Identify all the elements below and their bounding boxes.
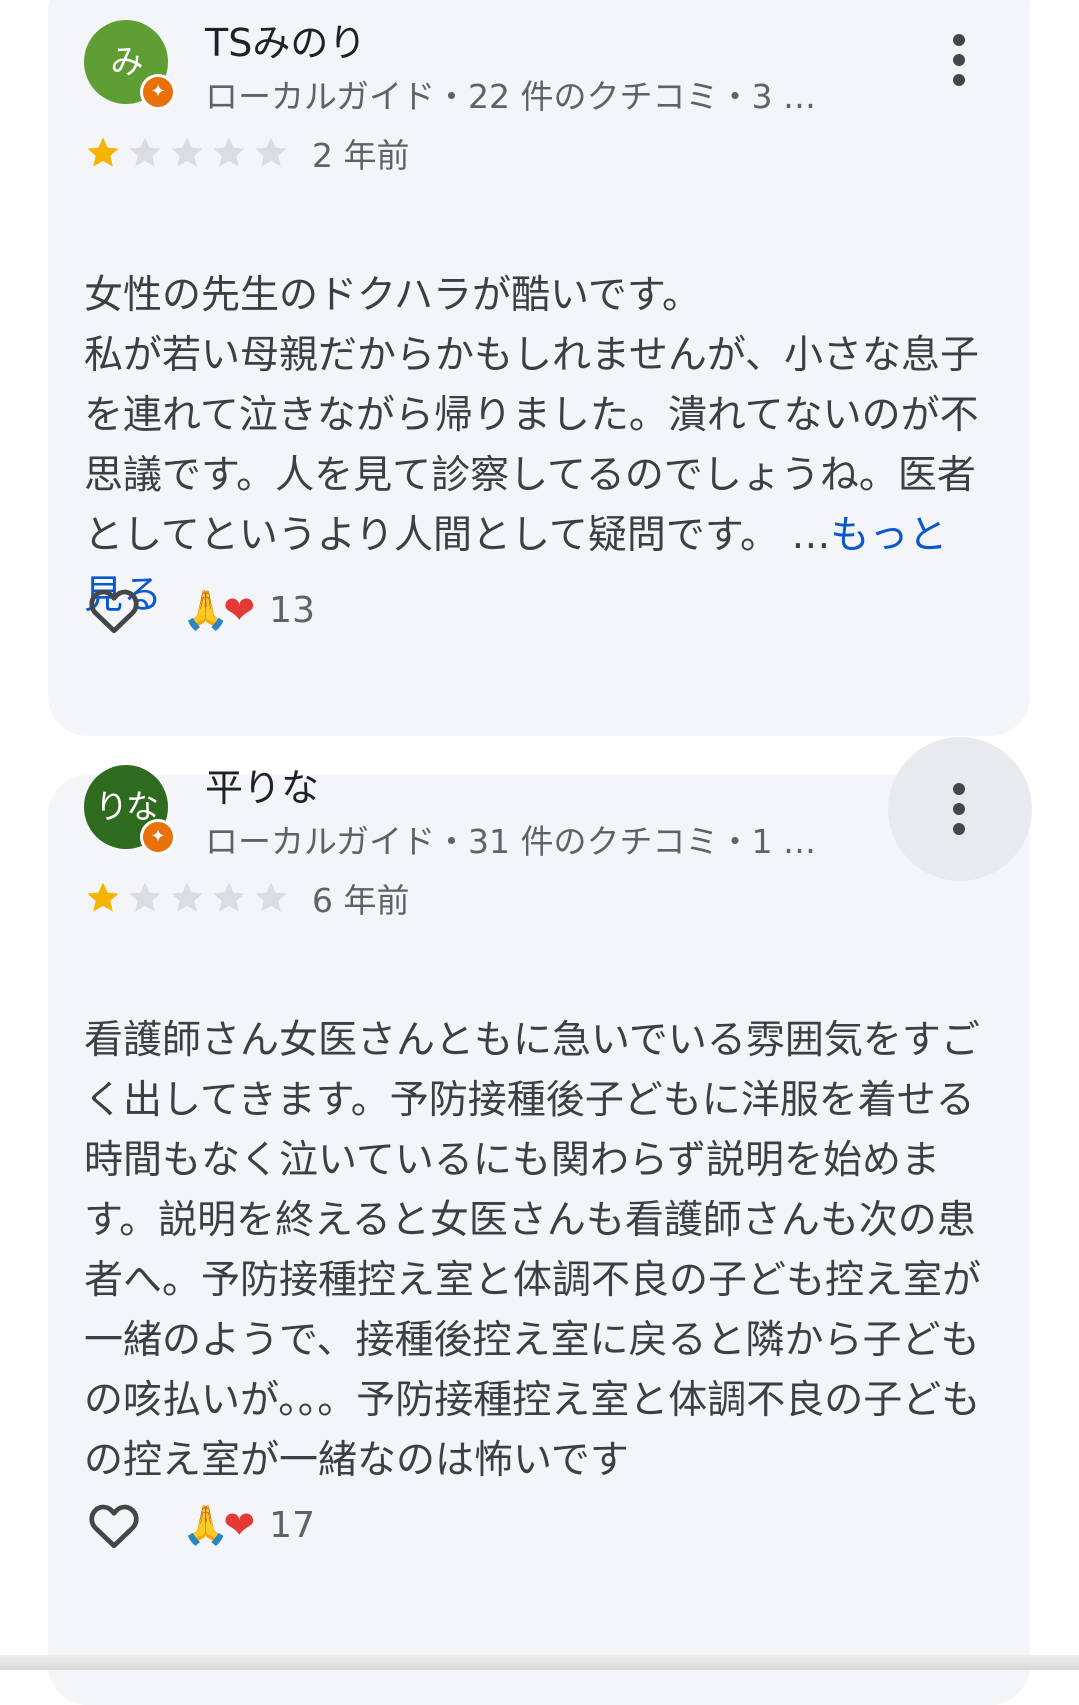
more-options-button[interactable] — [888, 0, 1032, 132]
star-empty-icon — [213, 882, 245, 912]
avatar[interactable]: りな ✦ — [84, 765, 176, 855]
more-vert-icon — [952, 783, 966, 835]
review-text: 女性の先生のドクハラが酷いです。 私が若い母親だからかもしれませんが、小さな息子… — [84, 206, 984, 626]
star-filled-icon — [87, 137, 119, 167]
review-card: りな ✦ 平りな ローカルガイド・31 件のクチコミ・1 … 6 年前 看護師さ… — [48, 737, 1032, 1705]
star-empty-icon — [255, 882, 287, 912]
reviewer-name[interactable]: TSみのり — [205, 12, 366, 67]
review-time: 6 年前 — [312, 881, 410, 920]
reviewer-meta[interactable]: ローカルガイド・31 件のクチコミ・1 … — [205, 815, 816, 863]
folded-hands-emoji-icon: 🙏 — [182, 588, 230, 632]
more-vert-icon — [952, 34, 966, 86]
folded-hands-emoji-icon: 🙏 — [182, 1503, 230, 1547]
reviewer-meta[interactable]: ローカルガイド・22 件のクチコミ・3 … — [205, 70, 816, 118]
avatar[interactable]: み ✦ — [84, 20, 176, 110]
reactions-summary[interactable]: 🙏 ❤ 17 — [182, 1503, 315, 1547]
star-rating — [84, 134, 290, 172]
local-guide-badge-icon: ✦ — [140, 74, 176, 110]
star-empty-icon — [213, 137, 245, 167]
review-text: 看護師さん女医さんともに急いでいる雰囲気をすごく出してきます。予防接種後子どもに… — [84, 951, 984, 1491]
review-card: み ✦ TSみのり ローカルガイド・22 件のクチコミ・3 … 2 年前 女性の… — [48, 0, 1030, 736]
star-empty-icon — [129, 882, 161, 912]
heart-outline-icon[interactable] — [84, 580, 144, 640]
heart-outline-icon[interactable] — [84, 1495, 144, 1555]
red-heart-emoji-icon: ❤ — [223, 588, 256, 632]
review-body: 看護師さん女医さんともに急いでいる雰囲気をすごく出してきます。予防接種後子どもに… — [84, 1018, 982, 1483]
star-rating — [84, 879, 290, 917]
review-time: 2 年前 — [312, 136, 410, 175]
local-guide-badge-icon: ✦ — [140, 819, 176, 855]
star-empty-icon — [129, 137, 161, 167]
avatar-initials: み — [110, 42, 144, 81]
avatar-initials: りな — [95, 787, 159, 826]
reaction-count: 13 — [269, 589, 315, 631]
review-actions: 🙏 ❤ 13 — [84, 580, 315, 640]
more-options-button[interactable] — [888, 737, 1032, 881]
reaction-count: 17 — [269, 1504, 315, 1546]
star-empty-icon — [171, 882, 203, 912]
review-actions: 🙏 ❤ 17 — [84, 1495, 315, 1555]
star-empty-icon — [171, 137, 203, 167]
rating-row: 6 年前 — [84, 878, 410, 920]
red-heart-emoji-icon: ❤ — [223, 1503, 256, 1547]
star-empty-icon — [255, 137, 287, 167]
rating-row: 2 年前 — [84, 133, 410, 175]
bottom-edge-shadow — [0, 1655, 1079, 1670]
reviewer-name[interactable]: 平りな — [205, 757, 319, 812]
star-filled-icon — [87, 882, 119, 912]
reactions-summary[interactable]: 🙏 ❤ 13 — [182, 588, 315, 632]
